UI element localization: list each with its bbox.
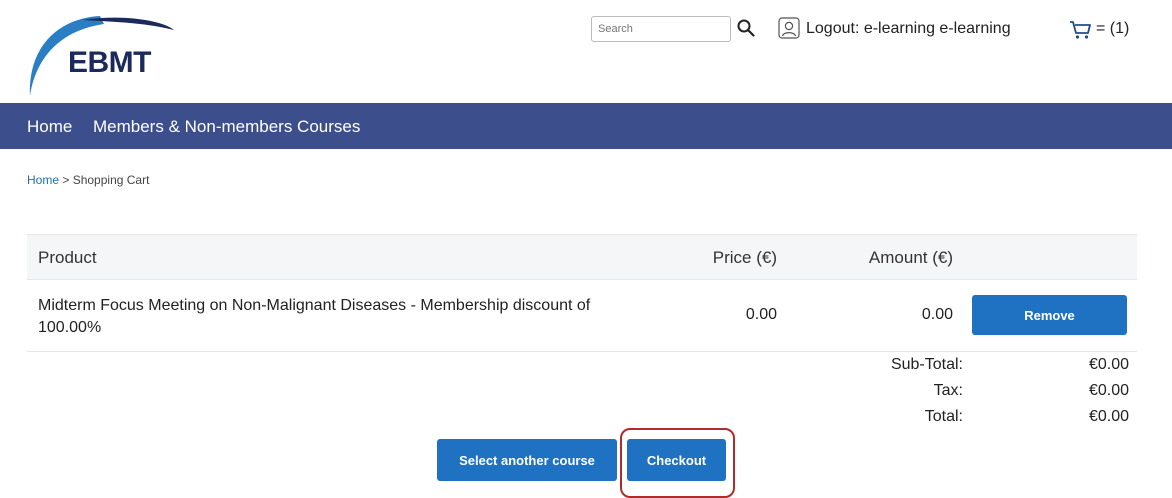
- product-amount: 0.00: [921, 306, 953, 323]
- product-price: 0.00: [745, 306, 777, 323]
- cart-table-header: Product Price (€) Amount (€): [27, 234, 1137, 280]
- ebmt-logo[interactable]: EBMT: [22, 8, 182, 98]
- remove-button[interactable]: Remove: [972, 295, 1127, 335]
- product-name: Midterm Focus Meeting on Non-Malignant D…: [38, 297, 591, 336]
- checkout-button[interactable]: Checkout: [627, 439, 726, 481]
- cart-count[interactable]: = (1): [1096, 20, 1129, 38]
- search-input[interactable]: [591, 16, 731, 42]
- logout-link[interactable]: Logout: e-learning e-learning: [806, 20, 1011, 38]
- cart-totals: Sub-Total: €0.00 Tax: €0.00 Total: €0.00: [27, 356, 1137, 436]
- tax-label: Tax:: [933, 382, 963, 399]
- nav-item-courses[interactable]: Members & Non-members Courses: [93, 117, 360, 137]
- breadcrumb-separator: >: [59, 173, 73, 187]
- column-header-amount: Amount (€): [868, 248, 953, 267]
- nav-item-home[interactable]: Home: [27, 117, 72, 137]
- column-header-price: Price (€): [712, 248, 777, 267]
- total-label: Total:: [924, 408, 963, 425]
- cart-icon[interactable]: [1069, 20, 1091, 40]
- breadcrumb-home-link[interactable]: Home: [27, 173, 59, 187]
- select-another-course-button[interactable]: Select another course: [437, 439, 617, 481]
- logo-text: EBMT: [68, 46, 152, 79]
- main-nav: Home Members & Non-members Courses: [0, 103, 1172, 149]
- total-value: €0.00: [1088, 408, 1129, 425]
- column-header-product: Product: [38, 248, 97, 267]
- subtotal-label: Sub-Total:: [890, 356, 963, 373]
- tax-value: €0.00: [1088, 382, 1129, 399]
- search-icon[interactable]: [737, 19, 755, 37]
- user-icon[interactable]: [778, 17, 800, 39]
- subtotal-value: €0.00: [1088, 356, 1129, 373]
- site-header: EBMT Logout: e-learning e-learning = (1): [0, 0, 1172, 103]
- table-row: Midterm Focus Meeting on Non-Malignant D…: [27, 280, 1137, 352]
- breadcrumb-current: Shopping Cart: [72, 173, 150, 187]
- breadcrumb: Home > Shopping Cart: [27, 173, 149, 187]
